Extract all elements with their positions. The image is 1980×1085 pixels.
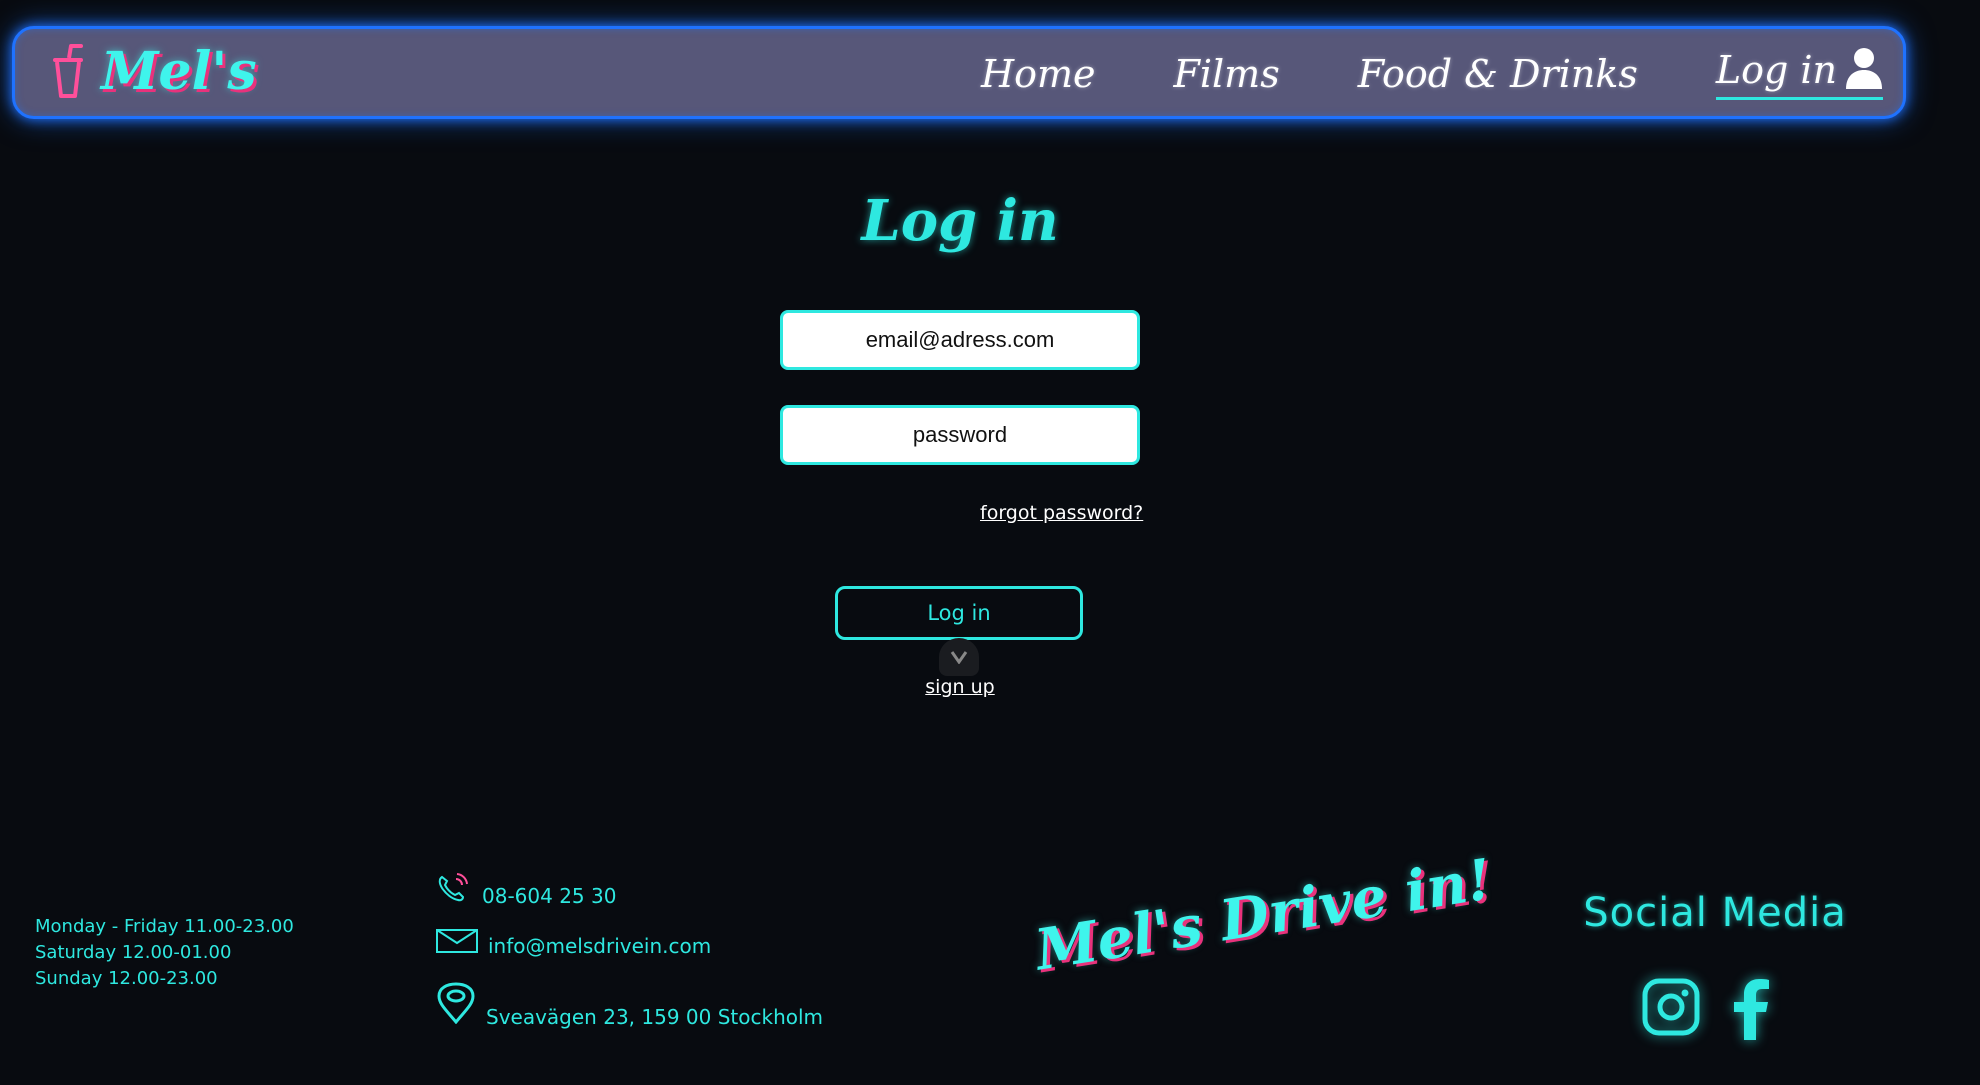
instagram-icon[interactable] [1642, 978, 1700, 1044]
street-address: Sveavägen 23, 159 00 Stockholm [486, 1005, 824, 1029]
forgot-password-link[interactable]: forgot password? [980, 502, 1143, 524]
sign-up-link[interactable]: sign up [0, 676, 1920, 698]
social-media-title: Social Media [1583, 890, 1847, 936]
envelope-icon [436, 929, 478, 958]
password-field[interactable] [780, 405, 1140, 465]
nav-films[interactable]: Films [1173, 52, 1279, 96]
social-links [1642, 978, 1778, 1044]
chevron-down-icon[interactable] [939, 638, 979, 676]
email-field[interactable] [780, 310, 1140, 370]
opening-hours: Monday - Friday 11.00-23.00 Saturday 12.… [35, 914, 294, 992]
hours-saturday: Saturday 12.00-01.00 [35, 942, 232, 963]
user-icon [1845, 47, 1883, 93]
nav-links: Home Films Food & Drinks Log in [903, 47, 1883, 100]
facebook-icon[interactable] [1726, 978, 1778, 1044]
contact-phone[interactable]: 08-604 25 30 [436, 873, 616, 908]
footer-tagline: Mel's Drive in! [1030, 846, 1497, 984]
phone-icon [436, 873, 472, 908]
nav-home[interactable]: Home [981, 52, 1096, 96]
page-title: Log in [861, 188, 1059, 254]
nav-login[interactable]: Log in [1715, 47, 1883, 100]
brand-name: Mel's [101, 41, 257, 102]
location-pin-icon [436, 982, 476, 1029]
nav-login-label[interactable]: Log in [1716, 48, 1837, 92]
drink-cup-icon [51, 43, 85, 100]
hours-weekdays: Monday - Friday 11.00-23.00 [35, 916, 294, 937]
hours-sunday: Sunday 12.00-23.00 [35, 968, 218, 989]
nav-food-drinks[interactable]: Food & Drinks [1358, 52, 1638, 96]
phone-number: 08-604 25 30 [482, 884, 617, 908]
email-address: info@melsdrivein.com [488, 934, 712, 958]
contact-email[interactable]: info@melsdrivein.com [436, 929, 711, 958]
contact-address[interactable]: Sveavägen 23, 159 00 Stockholm [436, 982, 823, 1029]
login-button[interactable]: Log in [835, 586, 1083, 640]
top-navbar: Mel's Home Films Food & Drinks Log in [12, 26, 1906, 119]
brand-logo[interactable]: Mel's [51, 41, 257, 102]
